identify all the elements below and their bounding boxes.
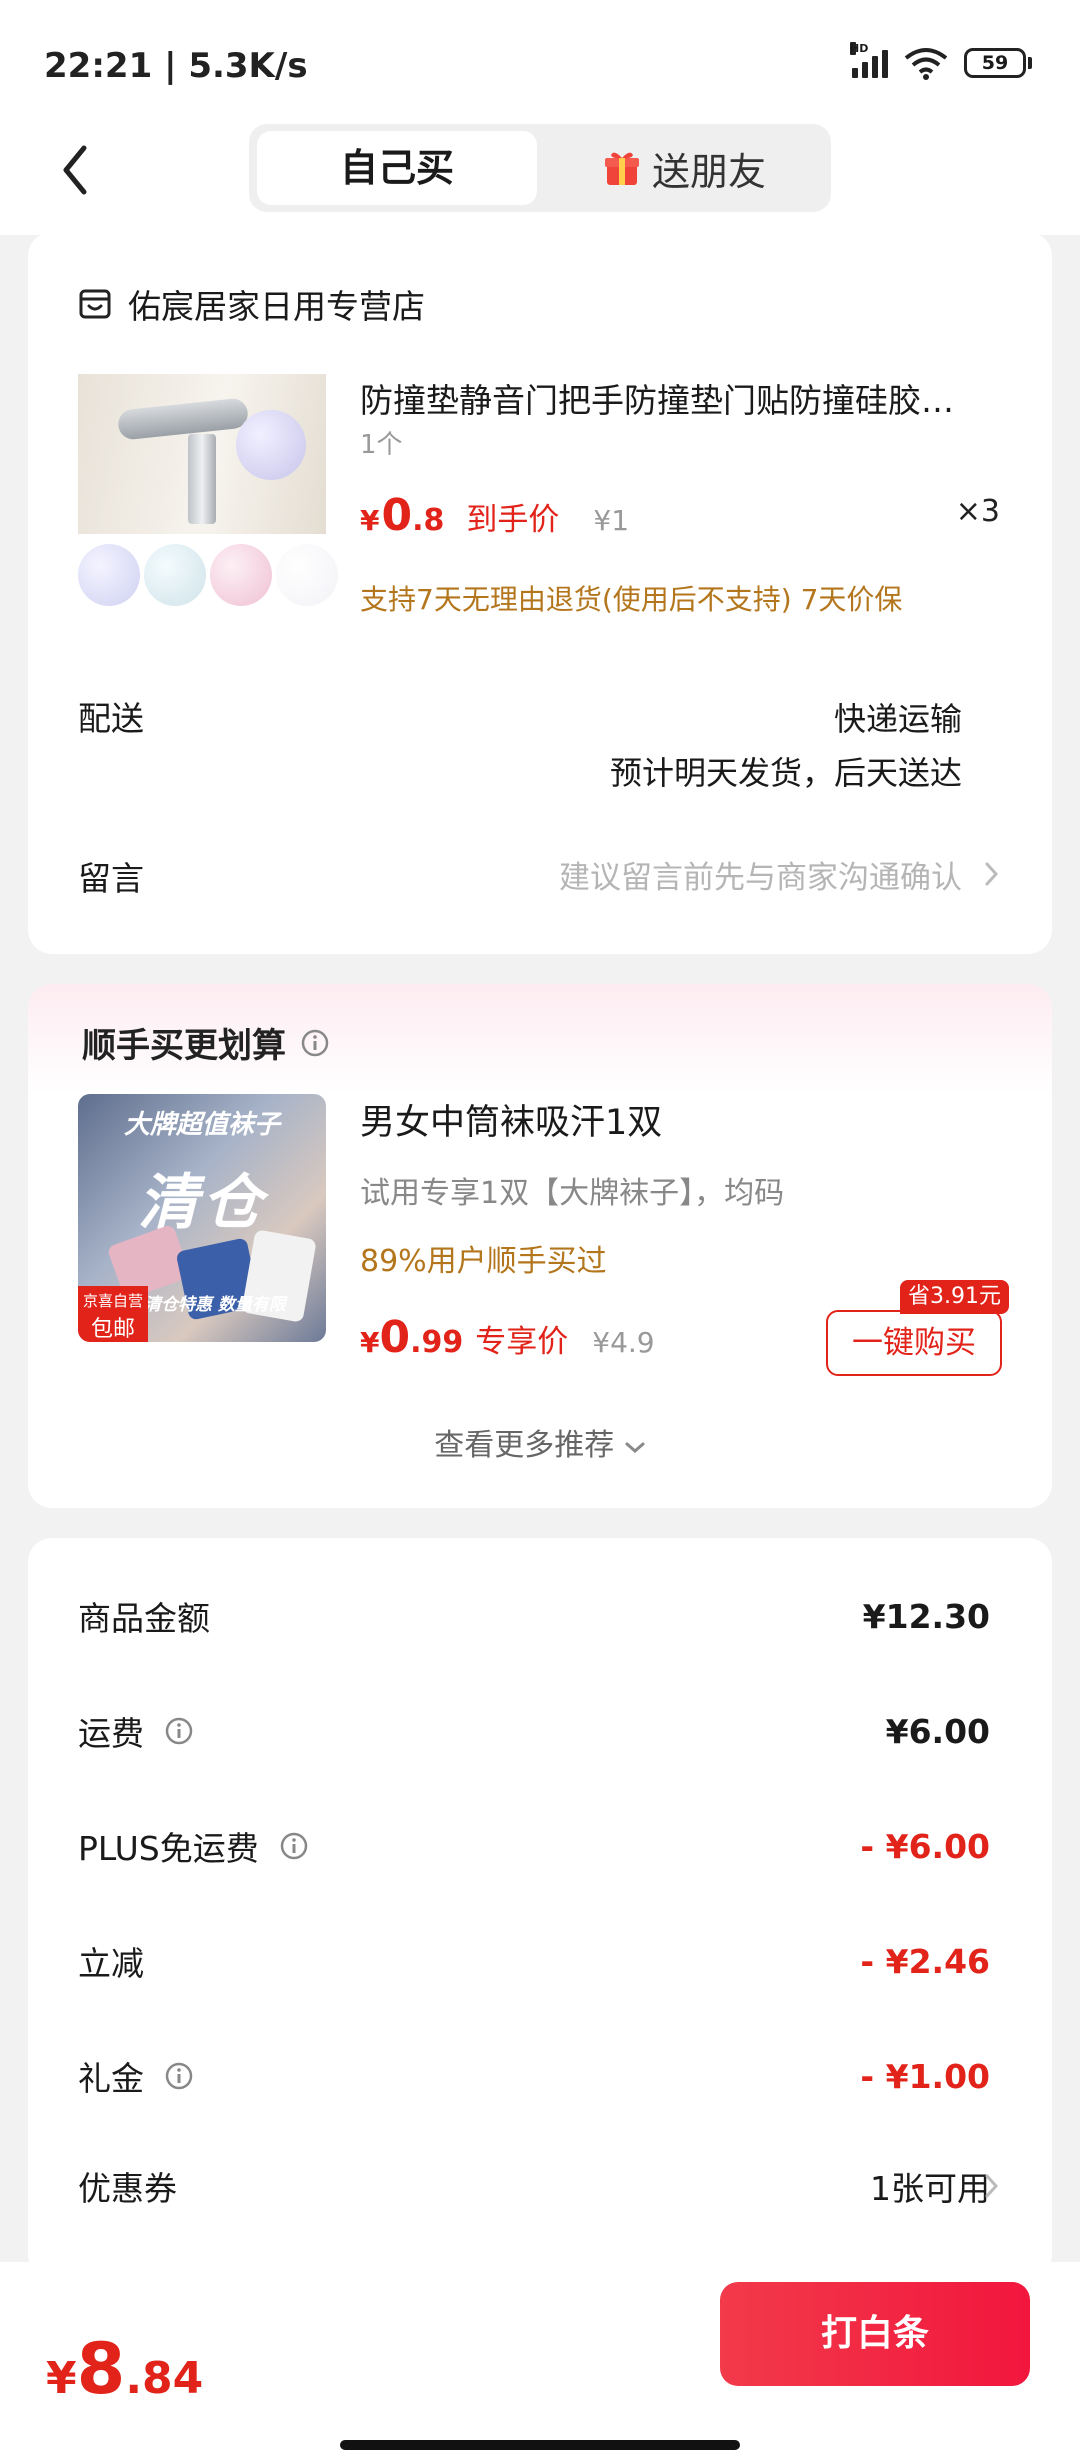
price-decimal: .99 — [410, 1325, 464, 1360]
summary-value: - ¥1.00 — [860, 2056, 990, 2096]
purchase-mode-switch: 自己买 送朋友 — [249, 124, 831, 212]
summary-row-goods: 商品金额 ¥12.30 — [78, 1586, 990, 1646]
price-tag: 专享价 — [475, 1324, 569, 1360]
summary-label: PLUS免运费 — [78, 1822, 309, 1870]
price-integer: 0 — [379, 1312, 411, 1363]
product-price: ¥ 0 .8 到手价 ¥1 — [360, 490, 629, 541]
summary-value: - ¥6.00 — [860, 1826, 990, 1866]
order-item-card: 佑宸居家日用专营店 防撞垫静音门把手防撞垫门贴防撞硅胶… 1个 ¥ 0 .8 到… — [28, 232, 1052, 954]
swatch-blue — [144, 544, 206, 606]
price-decimal: .8 — [412, 503, 445, 538]
recommend-price: ¥ 0 .99 专享价 ¥4.9 — [360, 1312, 655, 1363]
header: 自己买 送朋友 — [0, 120, 1080, 235]
status-bar: 22:21 | 5.3K/s HD 59 — [0, 0, 1080, 120]
pay-button[interactable]: 打白条 — [720, 2282, 1030, 2386]
chevron-down-icon — [625, 1442, 645, 1453]
summary-label: 立减 — [78, 1944, 144, 1983]
info-icon[interactable] — [164, 1716, 194, 1746]
status-icons: HD 59 — [850, 42, 1032, 80]
price-summary-card: 商品金额 ¥12.30 运费 ¥6.00 PLUS免运费 - ¥6.00 立减 … — [28, 1538, 1052, 2278]
gift-icon — [604, 152, 639, 185]
door-handle-graphic — [116, 397, 250, 441]
summary-value: 1张可用 — [870, 2169, 990, 2208]
image-sub-text: 清仓特惠 数量有限 — [144, 1295, 286, 1315]
summary-label: 优惠券 — [78, 2169, 177, 2208]
total-price: ¥ 8 .84 — [46, 2328, 203, 2410]
total-currency: ¥ — [46, 2353, 77, 2404]
bumper-graphic — [236, 410, 306, 480]
price-currency: ¥ — [360, 1326, 380, 1359]
summary-row-gift-money: 礼金 - ¥1.00 — [78, 2046, 990, 2106]
home-indicator[interactable] — [340, 2440, 740, 2450]
swatch-white — [276, 544, 338, 606]
product-color-swatches — [78, 544, 338, 606]
info-icon[interactable] — [300, 1028, 330, 1058]
battery-icon: 59 — [964, 48, 1032, 78]
summary-row-discount: 立减 - ¥2.46 — [78, 1931, 990, 1991]
checkout-bar: ¥ 8 .84 打白条 — [0, 2262, 1080, 2460]
product-spec: 1个 — [360, 430, 403, 460]
delivery-method: 快递运输 — [833, 700, 962, 738]
total-decimal: .84 — [125, 2353, 204, 2404]
delivery-label: 配送 — [78, 699, 144, 738]
save-tag: 省3.91元 — [900, 1280, 1009, 1314]
tab-self-buy[interactable]: 自己买 — [257, 131, 537, 205]
price-integer: 0 — [381, 490, 413, 541]
door-plate-graphic — [188, 434, 216, 524]
info-icon[interactable] — [164, 2061, 194, 2091]
image-big-text: 清仓 — [138, 1168, 266, 1238]
summary-value: ¥6.00 — [885, 1711, 990, 1751]
recommend-product-desc: 试用专享1双【大牌袜子】，均码 — [360, 1176, 785, 1211]
signal-icon: HD — [850, 42, 888, 78]
product-title[interactable]: 防撞垫静音门把手防撞垫门贴防撞硅胶… — [360, 374, 1020, 422]
coupon-selector[interactable]: 1张可用 — [870, 2162, 990, 2210]
badge-top-text: 京喜自营 — [82, 1292, 143, 1310]
product-image[interactable] — [78, 374, 326, 534]
chevron-right-icon — [985, 862, 999, 886]
recommend-percent: 89%用户顺手买过 — [360, 1244, 607, 1279]
summary-value: ¥12.30 — [862, 1596, 990, 1636]
price-currency: ¥ — [360, 504, 380, 537]
see-more-link[interactable]: 查看更多推荐 — [28, 1420, 1052, 1464]
chevron-right-icon — [985, 2174, 999, 2198]
one-click-buy-button[interactable]: 一键购买 — [826, 1310, 1002, 1376]
summary-row-coupon[interactable]: 优惠券 1张可用 — [78, 2156, 990, 2216]
tab-send-friend-label: 送朋友 — [651, 149, 766, 194]
summary-row-shipping: 运费 ¥6.00 — [78, 1701, 990, 1761]
shop-icon — [79, 289, 111, 319]
message-label: 留言 — [78, 859, 144, 898]
original-price: ¥4.9 — [592, 1326, 655, 1359]
back-icon[interactable] — [56, 140, 96, 200]
total-integer: 8 — [76, 2328, 126, 2410]
wifi-icon — [904, 48, 948, 80]
recommendation-title: 顺手买更划算 — [82, 1018, 330, 1067]
summary-row-plus-free-shipping: PLUS免运费 - ¥6.00 — [78, 1816, 990, 1876]
recommend-product-image[interactable]: 大牌超值袜子 清仓 清仓特惠 数量有限 京喜自营 包邮 — [78, 1094, 326, 1342]
swatch-purple — [78, 544, 140, 606]
delivery-eta: 预计明天发货，后天送达 — [609, 754, 962, 792]
swatch-pink — [210, 544, 272, 606]
price-tag: 到手价 — [466, 502, 560, 538]
recommendation-card: 顺手买更划算 大牌超值袜子 清仓 清仓特惠 数量有限 京喜自营 包邮 男女中筒袜… — [28, 984, 1052, 1508]
tab-send-friend[interactable]: 送朋友 — [547, 131, 823, 205]
product-quantity: ×3 — [955, 494, 1000, 529]
summary-label: 礼金 — [78, 2052, 194, 2100]
summary-label: 商品金额 — [78, 1599, 210, 1638]
recommendation-title-text: 顺手买更划算 — [82, 1026, 286, 1066]
info-icon[interactable] — [279, 1831, 309, 1861]
shop-name: 佑宸居家日用专营店 — [128, 287, 425, 326]
original-price: ¥1 — [593, 504, 630, 537]
recommend-product-name[interactable]: 男女中筒袜吸汗1双 — [360, 1094, 662, 1145]
message-input[interactable]: 建议留言前先与商家沟通确认 — [559, 852, 962, 897]
free-shipping-badge: 京喜自营 包邮 — [78, 1286, 148, 1342]
summary-label: 运费 — [78, 1707, 194, 1755]
status-time: 22:21 | 5.3K/s — [44, 46, 308, 86]
image-banner-text: 大牌超值袜子 — [123, 1110, 280, 1140]
delivery-info: 快递运输 预计明天发货，后天送达 — [610, 692, 962, 800]
summary-value: - ¥2.46 — [860, 1941, 990, 1981]
see-more-text: 查看更多推荐 — [434, 1428, 615, 1463]
shop-header[interactable]: 佑宸居家日用专营店 — [78, 280, 425, 328]
badge-bottom-text: 包邮 — [90, 1317, 135, 1342]
service-guarantee: 支持7天无理由退货(使用后不支持) 7天价保 — [360, 583, 903, 616]
